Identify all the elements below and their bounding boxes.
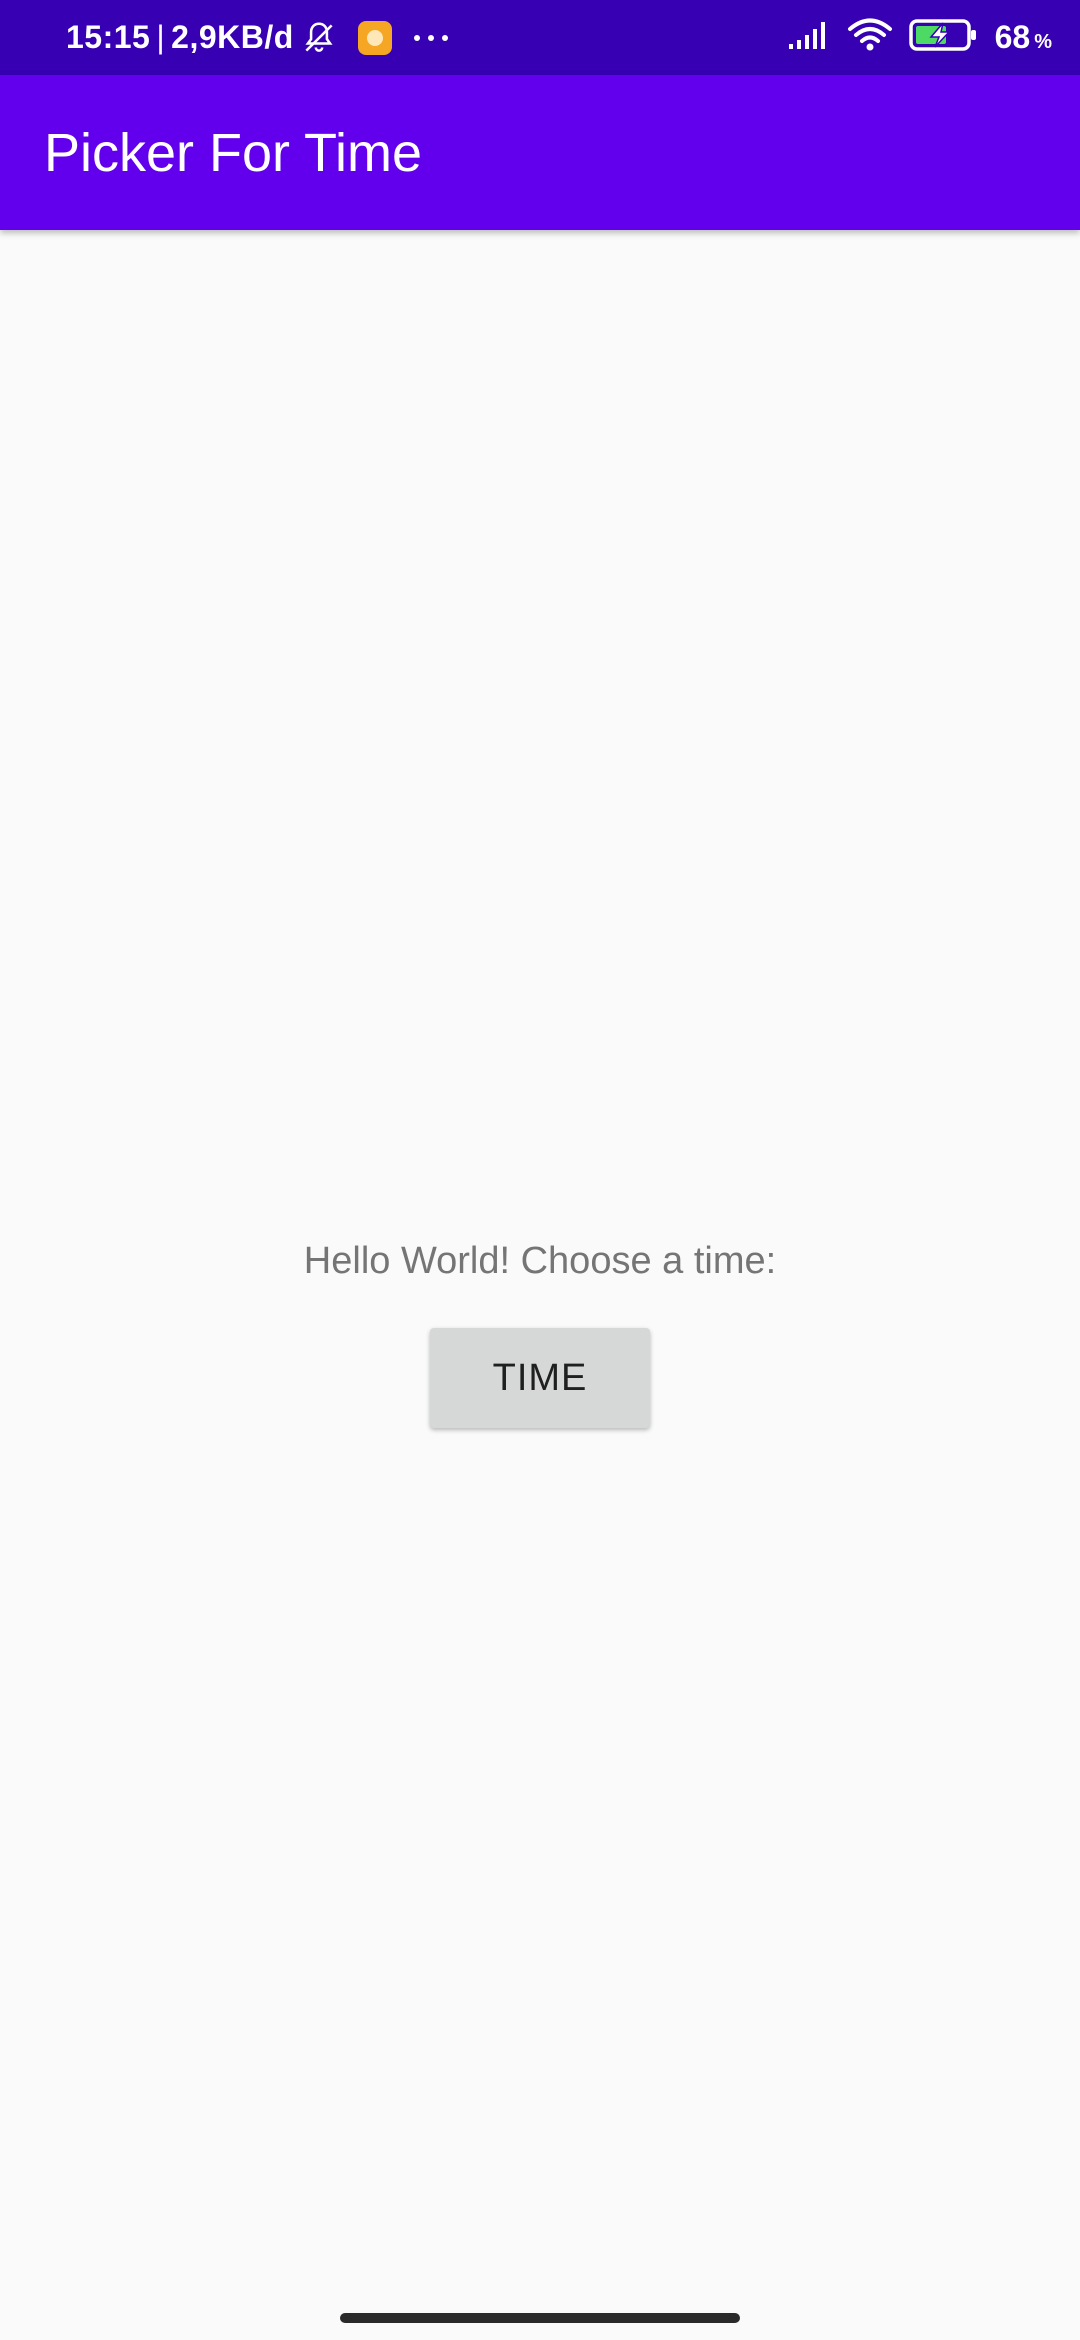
prompt-text: Hello World! Choose a time:: [303, 1240, 777, 1282]
wifi-icon: [847, 18, 893, 57]
signal-icon: [787, 20, 831, 55]
main-content: Hello World! Choose a time: TIME: [0, 230, 1080, 2295]
status-right-group: 68 %: [787, 0, 1052, 75]
status-bar: 15:15 | 2,9KB/d 68 %: [0, 0, 1080, 75]
battery-percentage: 68 %: [995, 19, 1052, 56]
app-notification-icon: [357, 20, 392, 55]
time-button[interactable]: TIME: [430, 1328, 650, 1428]
more-dots-icon: [413, 34, 448, 41]
status-time: 15:15: [66, 19, 151, 55]
status-left-group: 15:15 | 2,9KB/d: [66, 0, 448, 75]
app-bar: Picker For Time: [0, 75, 1080, 230]
status-data-rate: 2,9KB/d: [171, 19, 294, 55]
battery-charging-icon: [908, 18, 979, 57]
battery-unit: %: [1034, 31, 1052, 53]
app-title: Picker For Time: [44, 122, 423, 183]
gesture-nav-handle[interactable]: [340, 2313, 740, 2323]
muted-bell-icon: [300, 19, 338, 57]
status-separator: |: [156, 19, 166, 55]
battery-level: 68: [994, 19, 1031, 55]
